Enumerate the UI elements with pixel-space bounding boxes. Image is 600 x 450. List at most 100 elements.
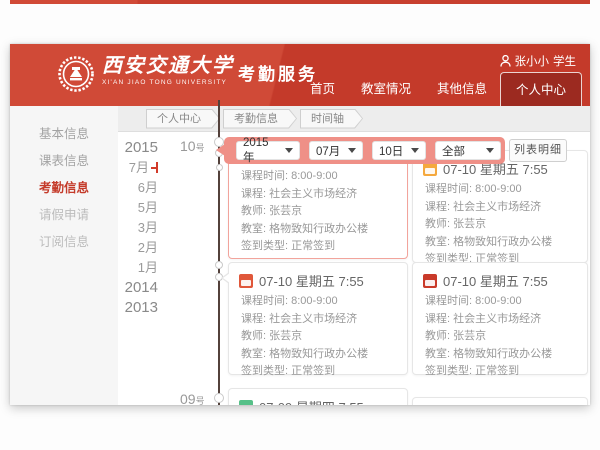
year-select[interactable]: 2015年 xyxy=(236,141,300,160)
field-value: 格物致知行政办公楼 xyxy=(269,223,368,235)
type-select-value: 全部 xyxy=(442,143,465,159)
day-marker-09[interactable]: 09号 xyxy=(180,391,205,405)
scale-year-2015[interactable]: 2015 xyxy=(102,138,158,158)
field-value: 格物致知行政办公楼 xyxy=(453,236,552,248)
nav-item-classroom-status[interactable]: 教室情况 xyxy=(348,71,424,106)
day-number: 09 xyxy=(180,391,196,405)
university-name: 西安交通大学 xyxy=(102,53,234,77)
field-label: 课程时间 xyxy=(425,183,475,195)
timeline-node xyxy=(215,261,223,269)
breadcrumb-personal-center[interactable]: 个人中心 xyxy=(146,109,220,129)
type-select[interactable]: 全部 xyxy=(435,141,501,160)
field-label: 教师 xyxy=(241,205,269,217)
field-value: 张芸京 xyxy=(269,205,302,217)
field-label: 签到类型 xyxy=(241,365,291,377)
page: 西安交通大学 XI'AN JIAO TONG UNIVERSITY 考勤服务 张… xyxy=(0,0,600,450)
main-nav: 首页 教室情况 其他信息 个人中心 xyxy=(297,71,582,106)
card-field: 教室格物致知行政办公楼 xyxy=(229,346,407,364)
card-field: 课程时间8:00-9:00 xyxy=(413,181,587,199)
card-header: 07-09 星期四 7:55 xyxy=(229,389,407,405)
field-label: 课程 xyxy=(425,201,453,213)
field-label: 教师 xyxy=(425,218,453,230)
card-field: 教师张芸京 xyxy=(413,328,587,346)
field-label: 课程时间 xyxy=(241,295,291,307)
breadcrumb: 个人中心 考勤信息 时间轴 xyxy=(118,106,590,132)
field-label: 签到类型 xyxy=(425,365,475,377)
card-field: 教室格物致知行政办公楼 xyxy=(229,221,407,239)
attendance-card-selected[interactable]: 课程时间8:00-9:00 课程社会主义市场经济 教师张芸京 教室格物致知行政办… xyxy=(228,160,408,259)
attendance-card[interactable]: 07-10 星期五 7:55 课程时间8:00-9:00 课程社会主义市场经济 … xyxy=(412,150,588,263)
card-field: 教室格物致知行政办公楼 xyxy=(413,346,587,364)
card-header: 07-10 星期五 7:55 xyxy=(229,263,407,293)
attendance-card[interactable] xyxy=(412,397,588,405)
field-value: 社会主义市场经济 xyxy=(453,313,541,325)
card-date: 07-09 星期四 7:55 xyxy=(259,397,364,405)
card-field: 签到类型正常签到 xyxy=(413,363,587,381)
day-suffix: 号 xyxy=(196,143,205,153)
field-value: 正常签到 xyxy=(475,365,519,377)
card-field: 教师张芸京 xyxy=(229,203,407,221)
card-field: 教师张芸京 xyxy=(229,328,407,346)
field-value: 8:00-9:00 xyxy=(291,170,337,182)
status-icon xyxy=(239,400,253,406)
card-field: 课程时间8:00-9:00 xyxy=(413,293,587,311)
scale-month-2[interactable]: 2月 xyxy=(102,238,158,258)
tab-personal-center[interactable]: 个人中心 xyxy=(500,72,582,106)
breadcrumb-label: 个人中心 xyxy=(146,113,220,125)
scale-month-label: 7月 xyxy=(129,160,149,175)
card-field: 签到类型正常签到 xyxy=(229,238,407,256)
card-field: 课程社会主义市场经济 xyxy=(229,186,407,204)
field-label: 教室 xyxy=(241,223,269,235)
field-value: 格物致知行政办公楼 xyxy=(453,348,552,360)
card-field: 课程社会主义市场经济 xyxy=(229,311,407,329)
user-icon xyxy=(500,55,511,67)
field-value: 正常签到 xyxy=(291,365,335,377)
breadcrumb-timeline[interactable]: 时间轴 xyxy=(300,109,363,129)
chevron-down-icon xyxy=(411,148,419,153)
card-field: 教室格物致知行政办公楼 xyxy=(413,234,587,252)
field-label: 课程时间 xyxy=(425,295,475,307)
university-name-en: XI'AN JIAO TONG UNIVERSITY xyxy=(102,79,234,86)
field-label: 教室 xyxy=(425,348,453,360)
scale-month-5[interactable]: 5月 xyxy=(102,198,158,218)
filter-bar: 2015年 07月 10日 全部 xyxy=(224,137,505,164)
card-field: 课程时间8:00-9:00 xyxy=(229,168,407,186)
scale-month-6[interactable]: 6月 xyxy=(102,178,158,198)
scale-month-1[interactable]: 1月 xyxy=(102,258,158,278)
field-label: 教室 xyxy=(241,348,269,360)
attendance-card[interactable]: 07-10 星期五 7:55 课程时间8:00-9:00 课程社会主义市场经济 … xyxy=(412,262,588,375)
month-select[interactable]: 07月 xyxy=(309,141,363,160)
day-suffix: 号 xyxy=(196,396,205,405)
timeline-scale: 2015 7月 6月 5月 3月 2月 1月 2014 2013 xyxy=(102,138,158,318)
timeline-node-day09[interactable] xyxy=(214,393,224,403)
scale-year-2013[interactable]: 2013 xyxy=(102,298,158,318)
field-value: 社会主义市场经济 xyxy=(269,313,357,325)
card-field: 课程时间8:00-9:00 xyxy=(229,293,407,311)
field-value: 正常签到 xyxy=(291,240,335,252)
field-label: 教室 xyxy=(425,236,453,248)
field-label: 签到类型 xyxy=(241,240,291,252)
timeline-node xyxy=(216,164,223,171)
field-label: 课程 xyxy=(425,313,453,325)
scale-year-2014[interactable]: 2014 xyxy=(102,278,158,298)
field-label: 课程 xyxy=(241,188,269,200)
scale-month-3[interactable]: 3月 xyxy=(102,218,158,238)
user-info[interactable]: 张小小 学生 xyxy=(500,53,577,69)
nav-item-home[interactable]: 首页 xyxy=(297,71,348,106)
day-marker-10[interactable]: 10号 xyxy=(180,138,205,154)
field-value: 8:00-9:00 xyxy=(291,295,337,307)
attendance-card[interactable]: 07-09 星期四 7:55 xyxy=(228,388,408,405)
filter-bubble-tail xyxy=(216,144,225,156)
day-select[interactable]: 10日 xyxy=(372,141,426,160)
field-value: 张芸京 xyxy=(453,218,486,230)
day-select-value: 10日 xyxy=(379,143,403,159)
day-number: 10 xyxy=(180,138,196,154)
field-label: 教师 xyxy=(425,330,453,342)
breadcrumb-attendance[interactable]: 考勤信息 xyxy=(223,109,297,129)
nav-item-other-info[interactable]: 其他信息 xyxy=(424,71,500,106)
scale-month-7-current[interactable]: 7月 xyxy=(102,158,158,178)
list-detail-button[interactable]: 列表明细 xyxy=(509,139,567,162)
field-value: 社会主义市场经济 xyxy=(453,201,541,213)
card-date: 07-10 星期五 7:55 xyxy=(259,271,364,290)
attendance-card[interactable]: 07-10 星期五 7:55 课程时间8:00-9:00 课程社会主义市场经济 … xyxy=(228,262,408,375)
